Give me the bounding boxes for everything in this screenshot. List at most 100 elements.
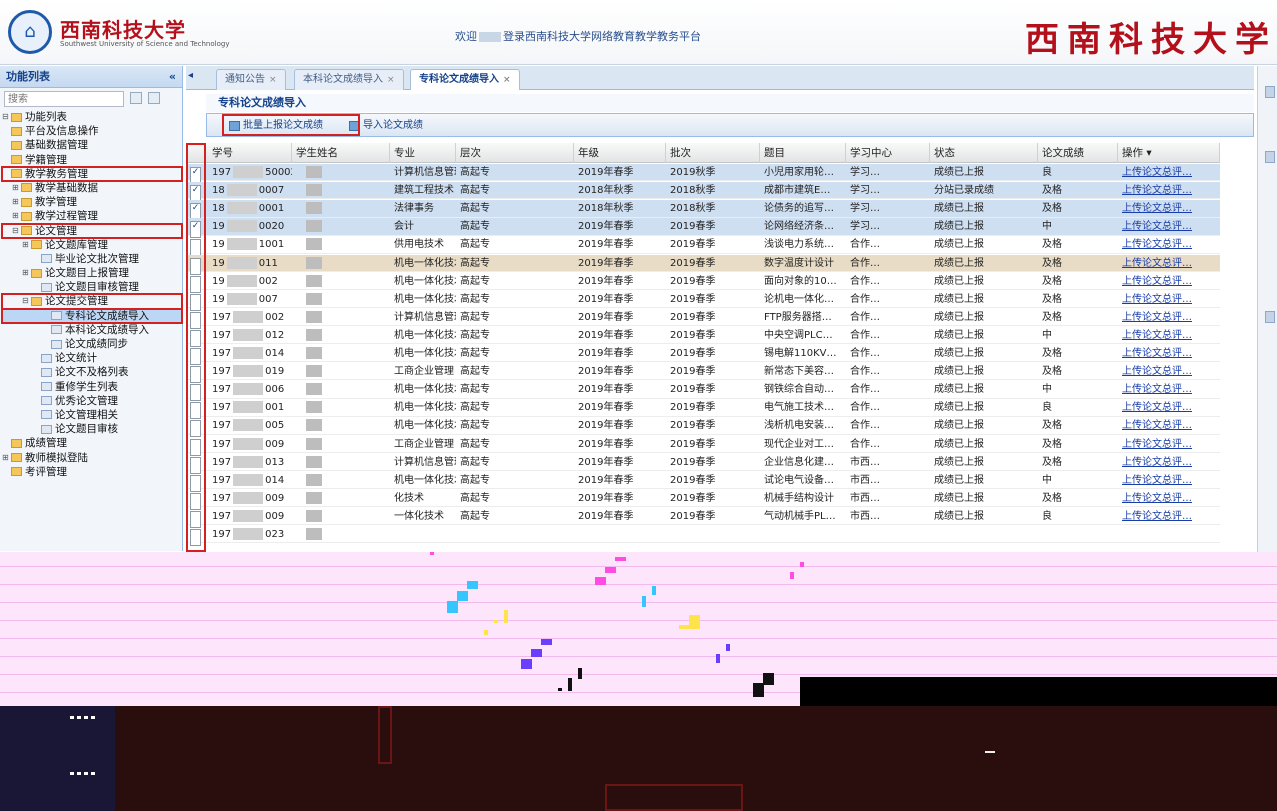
table-row[interactable]: ✓ 19 0020 会计 高起专 2019年春季 2019春季 论网络经济条… 学习… 成绩已上报… [186,218,1220,239]
expand-toggle-icon[interactable]: ⊞ [12,209,21,223]
cell-op[interactable]: 上传论文总评… [1118,472,1220,489]
sidebar-item[interactable]: ⊟ 功能列表 [2,110,182,124]
cell-op[interactable]: 上传论文总评… [1118,309,1220,326]
sidebar-item[interactable]: 论文题目审核管理 [2,280,182,294]
sidebar-item[interactable]: ⊞ 教学基础数据 [2,181,182,195]
expand-all-icon[interactable] [130,92,142,104]
table-row[interactable]: 197 009 一体化技术 高起专 2019年春季 2019春季 气动机械手PL… 市西… 成绩… [186,508,1220,528]
table-row[interactable]: 19 1001 供用电技术 高起专 2019年春季 2019春季 浅谈电力系统… 合作… 成绩已… [186,236,1220,257]
sidebar-item[interactable]: 专科论文成绩导入 [1,307,183,324]
search-input[interactable] [4,91,124,107]
table-row[interactable]: ✓19750002计算机信息管理高起专2019年春季2019秋季小児用家用轮…学… [186,164,1220,184]
expand-toggle-icon[interactable]: ⊞ [12,195,21,209]
cell-op[interactable]: 上传论文总评… [1118,417,1220,434]
cell-op[interactable]: 上传论文总评… [1118,327,1220,344]
sidebar-item[interactable]: 平台及信息操作 [2,124,182,138]
sidebar-item[interactable]: ⊞ 教师模拟登陆 [2,451,182,465]
table-row[interactable]: 197 009 工商企业管理 高起专 2019年春季 2019春季 现代企业对工… 合作… 成绩… [186,436,1220,456]
collapse-icon[interactable]: « [169,66,176,88]
collapse-toggle-icon[interactable]: ⊟ [12,224,21,238]
tab-notice[interactable]: 通知公告 × [216,69,286,90]
sidebar-item[interactable]: 学籍管理 [2,153,182,167]
cell-op[interactable]: 上传论文总评… [1118,182,1220,199]
cell-op[interactable]: 上传论文总评… [1118,218,1220,235]
sidebar-item[interactable]: 毕业论文批次管理 [2,252,182,266]
sidebar-item[interactable]: 基础数据管理 [2,138,182,152]
sidebar-item[interactable]: ⊞ 教学管理 [2,195,182,209]
cell-op[interactable]: 上传论文总评… [1118,454,1220,471]
expand-toggle-icon[interactable]: ⊞ [2,451,11,465]
cell-op[interactable]: 上传论文总评… [1118,273,1220,290]
cell-op[interactable]: 上传论文总评… [1118,508,1220,525]
cell-op[interactable]: 上传论文总评… [1118,200,1220,217]
table-row[interactable]: 19 011 机电一体化技术高起专 2019年春季 2019春季 数字温度计设计 合作… 成绩… [186,254,1220,275]
column-header[interactable]: 状态 [930,143,1038,163]
sidebar-item[interactable]: ⊟ 论文提交管理 [1,293,183,310]
sidebar-item[interactable]: 论文题目审核 [2,422,182,436]
table-row[interactable]: 19 002 机电一体化技术高起专 2019年春季 2019春季 面向对象的10… 合作… 成… [186,273,1220,293]
sidebar-item[interactable]: 成绩管理 [2,436,182,450]
sidebar-item[interactable]: 教学教务管理 [1,165,183,182]
column-header[interactable]: 题目 [760,143,846,163]
expand-toggle-icon[interactable]: ⊞ [22,238,31,252]
sidebar-item[interactable]: 论文管理相关 [2,408,182,422]
sidebar-item[interactable]: 重修学生列表 [2,380,182,394]
table-row[interactable]: 197 001 机电一体化技术高起专 2019年春季 2019春季 电气施工技术… 合作… 成… [186,399,1220,420]
tab-undergrad-import[interactable]: 本科论文成绩导入 × [294,69,404,90]
sidebar-item[interactable]: 论文成绩同步 [2,337,182,351]
close-icon[interactable]: × [387,75,395,85]
table-row[interactable]: 197 005 机电一体化技术高起专 2019年春季 2019春季 浅析机电安装… 合作… 成… [186,417,1220,438]
table-row[interactable]: 197 006 机电一体化技术高起专 2019年春季 2019春季 钢铁综合自动… 合作… 成… [186,381,1220,402]
sidebar-item[interactable]: ⊞ 论文题库管理 [2,238,182,252]
column-header[interactable]: 学生姓名 [292,143,390,163]
table-row[interactable]: 197 014 机电一体化技术高起专 2019年春季 2019春季 锡电解110KV… 合作… [186,345,1220,365]
expand-toggle-icon[interactable]: ⊞ [12,181,21,195]
sidebar-item[interactable]: 论文统计 [2,351,182,365]
column-header[interactable]: 专业 [390,143,456,163]
cell-op[interactable]: 上传论文总评… [1118,236,1220,253]
cell-op[interactable]: 上传论文总评… [1118,164,1220,181]
table-row[interactable]: 197 012 机电一体化技术高起专 2019年春季 2019春季 中央空调PLC… 合作…… [186,327,1220,347]
table-row[interactable]: 197 009 化技术 高起专 2019年春季 2019春季 机械手结构设计 市西… 成绩已上报… [186,490,1220,510]
collapse-toggle-icon[interactable]: ⊟ [22,294,31,308]
column-header[interactable]: 操作 ▾ [1118,143,1220,163]
cell-op[interactable]: 上传论文总评… [1118,490,1220,507]
column-header[interactable]: 学习中心 [846,143,930,163]
column-header[interactable]: 学号 [208,143,292,163]
cell-op[interactable]: 上传论文总评… [1118,291,1220,308]
cell-op[interactable] [1118,526,1220,543]
collapse-toggle-icon[interactable]: ⊟ [2,110,11,124]
cell-op[interactable]: 上传论文总评… [1118,255,1220,272]
table-row[interactable]: ✓ 18 0007 建筑工程技术 高起专 2018年秋季 2018秋季 成都市建筑E… 学习… 分… [186,182,1220,203]
column-header[interactable]: 年级 [574,143,666,163]
close-icon[interactable]: × [269,75,277,85]
expand-toggle-icon[interactable]: ⊞ [22,266,31,280]
table-row[interactable]: ✓ 18 0001 法律事务 高起专 2018年秋季 2018秋季 论债务的追写… 学习… 成绩已… [186,200,1220,221]
sidebar-item[interactable]: ⊞ 教学过程管理 [2,209,182,223]
table-row[interactable]: 197 014 机电一体化技术高起专 2019年春季 2019春季 试论电气设备… 市西… 成… [186,472,1220,492]
column-header[interactable]: 批次 [666,143,760,163]
sidebar-item[interactable]: 论文不及格列表 [2,365,182,379]
tab-scroll-left-icon[interactable]: ◂ [188,70,202,86]
close-icon[interactable]: × [503,75,511,85]
sidebar-item[interactable]: ⊞ 论文题目上报管理 [2,266,182,280]
cell-op[interactable]: 上传论文总评… [1118,381,1220,398]
table-row[interactable]: 19 007 机电一体化技术高起专 2019年春季 2019春季 论机电一体化… 合作… 成绩… [186,291,1220,311]
sidebar-item[interactable]: 本科论文成绩导入 [2,323,182,337]
cell-op[interactable]: 上传论文总评… [1118,436,1220,453]
page-scrollbar[interactable] [1257,66,1277,552]
sidebar-item[interactable]: 优秀论文管理 [2,394,182,408]
table-row[interactable]: 197 013 计算机信息管理高起专 2019年春季 2019春季 企业信息化建… 市西… 成… [186,454,1220,474]
cell-op[interactable]: 上传论文总评… [1118,345,1220,362]
table-row[interactable]: 197 002 计算机信息管理高起专 2019年春季 2019春季 FTP服务器搭… 合作…… [186,309,1220,329]
column-header[interactable]: 论文成绩 [1038,143,1118,163]
table-row[interactable]: 197 023 [186,526,1220,546]
table-row[interactable]: 197 019 工商企业管理 高起专 2019年春季 2019春季 新常态下美容… 合作… 成绩… [186,363,1220,384]
collapse-all-icon[interactable] [148,92,160,104]
tab-college-import[interactable]: 专科论文成绩导入 × [410,69,520,90]
sidebar-item[interactable]: 考评管理 [2,465,182,479]
cell-op[interactable]: 上传论文总评… [1118,399,1220,416]
cell-op[interactable]: 上传论文总评… [1118,363,1220,380]
sidebar-item[interactable]: ⊟ 论文管理 [1,222,183,239]
column-header[interactable]: 层次 [456,143,574,163]
